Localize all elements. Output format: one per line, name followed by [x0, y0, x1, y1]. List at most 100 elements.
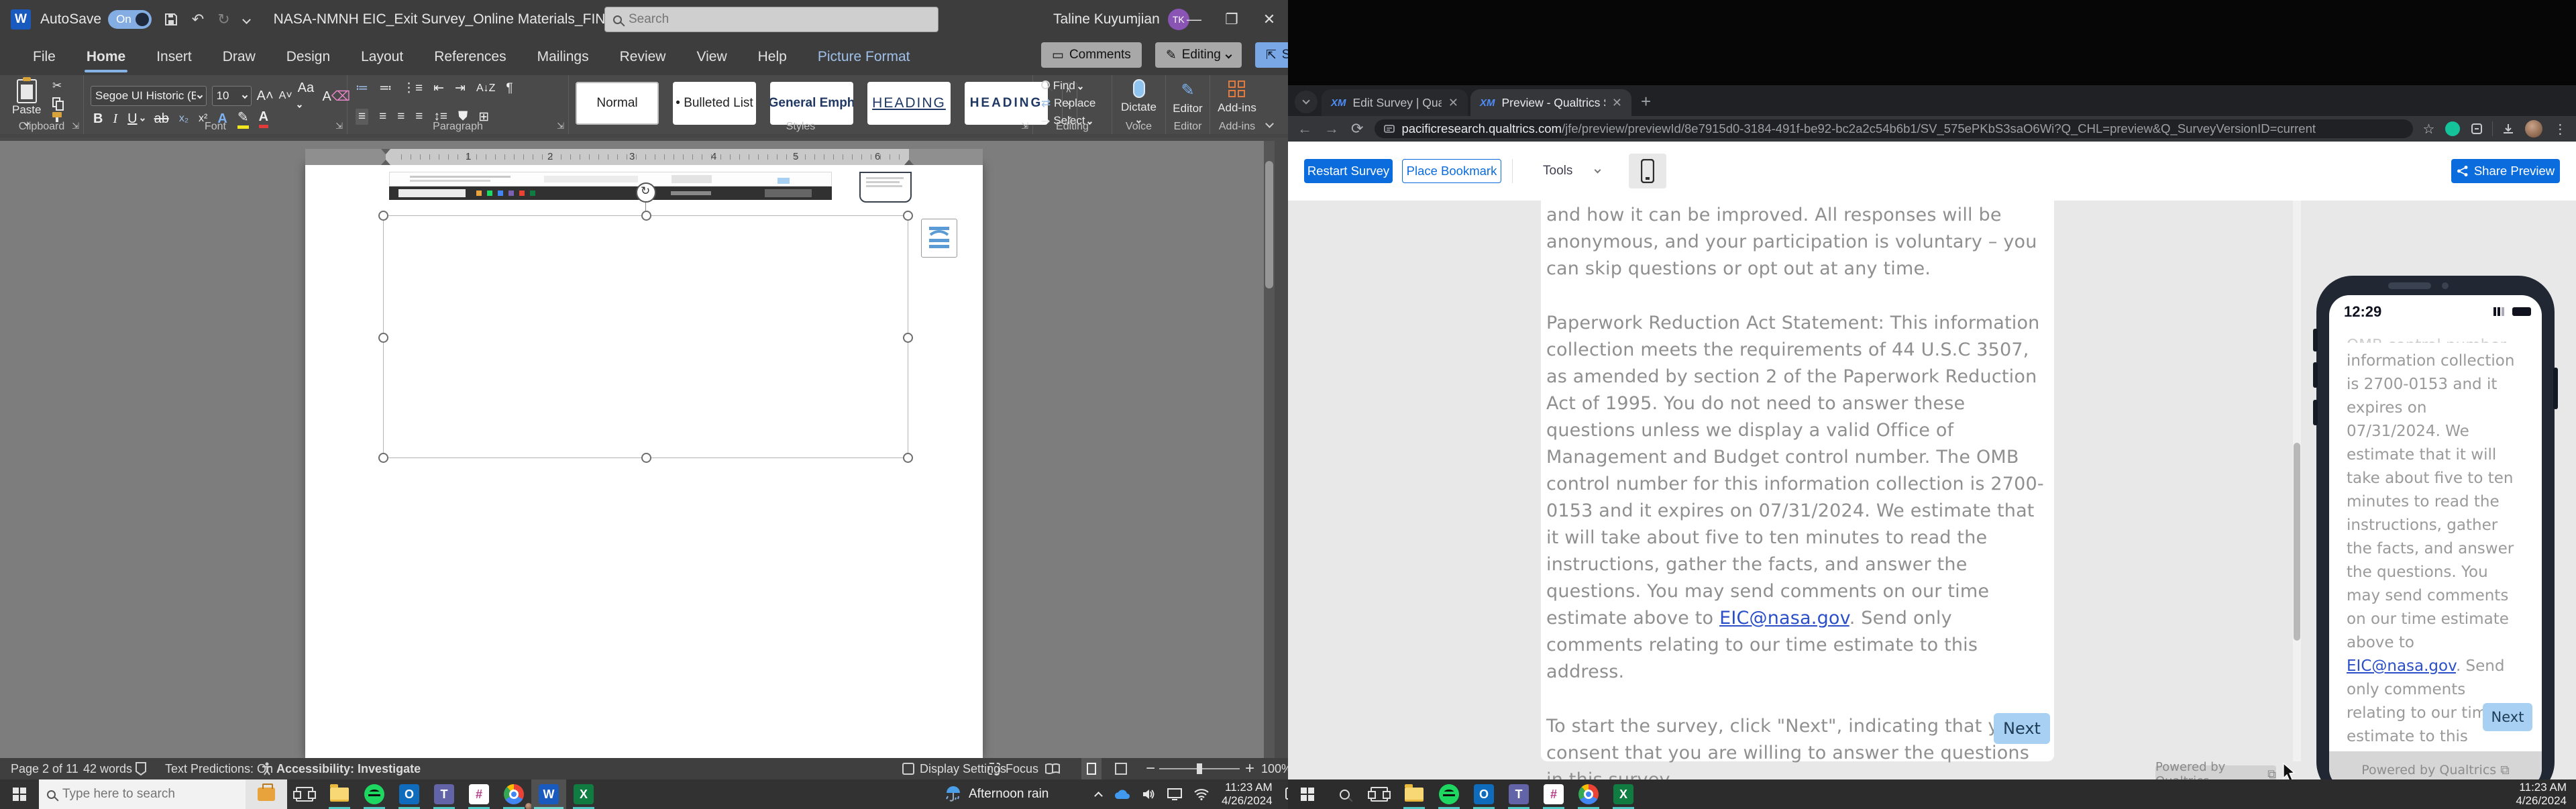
style-general-emph[interactable]: General Emph	[770, 82, 853, 125]
addins-button[interactable]: Add-ins	[1210, 80, 1264, 115]
tab-layout[interactable]: Layout	[345, 39, 419, 75]
tab-help[interactable]: Help	[743, 39, 802, 75]
left-indent-marker[interactable]	[381, 160, 390, 165]
style-bulleted-list[interactable]: • Bulleted List	[673, 82, 756, 125]
start-button[interactable]	[0, 779, 39, 809]
web-layout-icon[interactable]	[1115, 758, 1127, 779]
phone-next-button[interactable]: Next	[2483, 703, 2532, 731]
document-scrollbar-thumb[interactable]	[1265, 161, 1273, 288]
zoom-out-button[interactable]: −	[1146, 758, 1155, 779]
document-canvas[interactable]: 1 2 3 4 5 6	[0, 141, 1275, 758]
chrome-profile-avatar[interactable]	[2525, 120, 2542, 138]
first-line-indent-marker[interactable]	[381, 149, 390, 154]
phone-email-link[interactable]: EIC@nasa.gov	[2347, 657, 2456, 675]
word-search-input[interactable]	[629, 12, 897, 27]
taskbar-clock[interactable]: 11:23 AM 4/26/2024	[1222, 781, 1273, 808]
bullets-icon[interactable]: ≔	[356, 80, 368, 96]
grow-font-icon[interactable]: A˄	[257, 89, 274, 104]
save-icon[interactable]	[164, 12, 178, 27]
taskbar-clock[interactable]: 11:23 AM 4/26/2024	[2516, 781, 2567, 808]
taskbar-app-chrome[interactable]	[496, 779, 531, 809]
forward-icon[interactable]: →	[1324, 120, 1339, 138]
tab-file[interactable]: File	[17, 39, 71, 75]
taskbar-app-file-explorer[interactable]	[322, 779, 357, 809]
style-normal[interactable]: Normal	[576, 82, 659, 125]
print-layout-icon[interactable]	[1081, 758, 1102, 779]
site-info-icon[interactable]	[1384, 123, 1395, 134]
taskbar-app-word[interactable]: W	[531, 779, 566, 809]
tab-draw[interactable]: Draw	[207, 39, 271, 75]
font-dialog-launcher[interactable]: ⇲	[335, 121, 343, 131]
word-search-box[interactable]	[604, 7, 938, 32]
font-name-select[interactable]: Segoe UI Historic (B	[91, 86, 207, 106]
new-tab-button[interactable]: +	[1641, 91, 1651, 112]
horizontal-ruler[interactable]: 1 2 3 4 5 6	[305, 149, 983, 165]
extension-icon[interactable]	[2471, 123, 2483, 135]
clear-formatting-icon[interactable]: A⌫	[323, 88, 351, 105]
taskbar-app-file-explorer[interactable]	[1397, 779, 1432, 809]
rotate-handle[interactable]: ↻	[636, 182, 656, 203]
multilevel-list-icon[interactable]: ⋮≡	[402, 80, 423, 96]
close-button[interactable]: ✕	[1250, 0, 1288, 39]
volume-icon[interactable]	[1142, 788, 1155, 800]
display-icon[interactable]	[1167, 788, 1182, 800]
page-indicator[interactable]: Page 2 of 11	[11, 758, 78, 779]
taskbar-app-teams[interactable]: T	[1501, 779, 1536, 809]
tray-expand-icon[interactable]	[1095, 790, 1102, 799]
sort-icon[interactable]: A↓Z	[476, 83, 495, 95]
customize-qat-icon[interactable]	[244, 14, 250, 25]
layout-options-button[interactable]	[921, 219, 957, 258]
document-scrollbar[interactable]	[1264, 141, 1275, 758]
pilcrow-icon[interactable]: ¶	[506, 81, 513, 96]
search-button[interactable]	[1327, 779, 1362, 809]
taskbar-app-slack[interactable]: #	[462, 779, 496, 809]
tab-mailings[interactable]: Mailings	[522, 39, 604, 75]
resize-handle-sw[interactable]	[378, 453, 388, 463]
tab-close-icon[interactable]: ✕	[1448, 96, 1458, 110]
taskbar-search-box[interactable]	[39, 779, 287, 809]
taskbar-app-outlook[interactable]: O	[1466, 779, 1501, 809]
collapse-ribbon-icon[interactable]	[1267, 118, 1273, 130]
zoom-in-button[interactable]: +	[1245, 758, 1254, 779]
tab-review[interactable]: Review	[604, 39, 682, 75]
chrome-menu-icon[interactable]: ⋮	[2553, 121, 2567, 138]
wifi-icon[interactable]	[1194, 789, 1209, 800]
place-bookmark-button[interactable]: Place Bookmark	[1402, 159, 1501, 183]
taskbar-app-spotify[interactable]	[1432, 779, 1466, 809]
resize-handle-se[interactable]	[903, 453, 913, 463]
paragraph-dialog-launcher[interactable]: ⇲	[557, 121, 564, 131]
tab-insert[interactable]: Insert	[141, 39, 207, 75]
taskbar-search-input[interactable]	[62, 787, 223, 802]
resize-handle-n[interactable]	[641, 211, 651, 221]
tools-dropdown[interactable]: Tools	[1543, 159, 1600, 183]
survey-pane-scrollbar[interactable]	[2293, 201, 2301, 761]
read-mode-icon[interactable]	[1045, 758, 1060, 779]
styles-dialog-launcher[interactable]: ⇲	[1021, 121, 1028, 131]
taskbar-app-outlook[interactable]: O	[392, 779, 427, 809]
address-bar[interactable]: pacificresearch.qualtrics.com/jfe/previe…	[1375, 119, 2413, 138]
start-button[interactable]	[1288, 779, 1327, 809]
font-size-select[interactable]: 10	[212, 86, 252, 106]
resize-handle-ne[interactable]	[903, 211, 913, 221]
comments-button[interactable]: ▭ Comments	[1041, 42, 1142, 68]
proofing-icon[interactable]	[136, 758, 146, 779]
taskbar-app-chrome[interactable]	[1571, 779, 1606, 809]
editing-mode-button[interactable]: ✎ Editing	[1155, 42, 1242, 68]
copy-icon[interactable]	[52, 97, 62, 107]
download-icon[interactable]	[2502, 123, 2514, 135]
taskbar-app-slack[interactable]: #	[1536, 779, 1571, 809]
resize-handle-e[interactable]	[903, 333, 913, 343]
taskbar-app-spotify[interactable]	[357, 779, 392, 809]
resize-handle-w[interactable]	[378, 333, 388, 343]
taskbar-app-excel[interactable]: X	[1606, 779, 1641, 809]
tab-references[interactable]: References	[419, 39, 521, 75]
focus-mode[interactable]: Focus	[988, 758, 1038, 779]
increase-indent-icon[interactable]: ⇥	[455, 80, 466, 96]
taskbar-app-excel[interactable]: X	[566, 779, 601, 809]
weather-widget[interactable]: Afternoon rain	[945, 779, 1049, 809]
resize-handle-s[interactable]	[641, 453, 651, 463]
autosave-toggle[interactable]: On	[108, 10, 152, 29]
right-indent-marker[interactable]	[904, 160, 914, 165]
taskbar-app-teams[interactable]: T	[427, 779, 462, 809]
accessibility-status[interactable]: Accessibility: Investigate	[276, 758, 421, 779]
